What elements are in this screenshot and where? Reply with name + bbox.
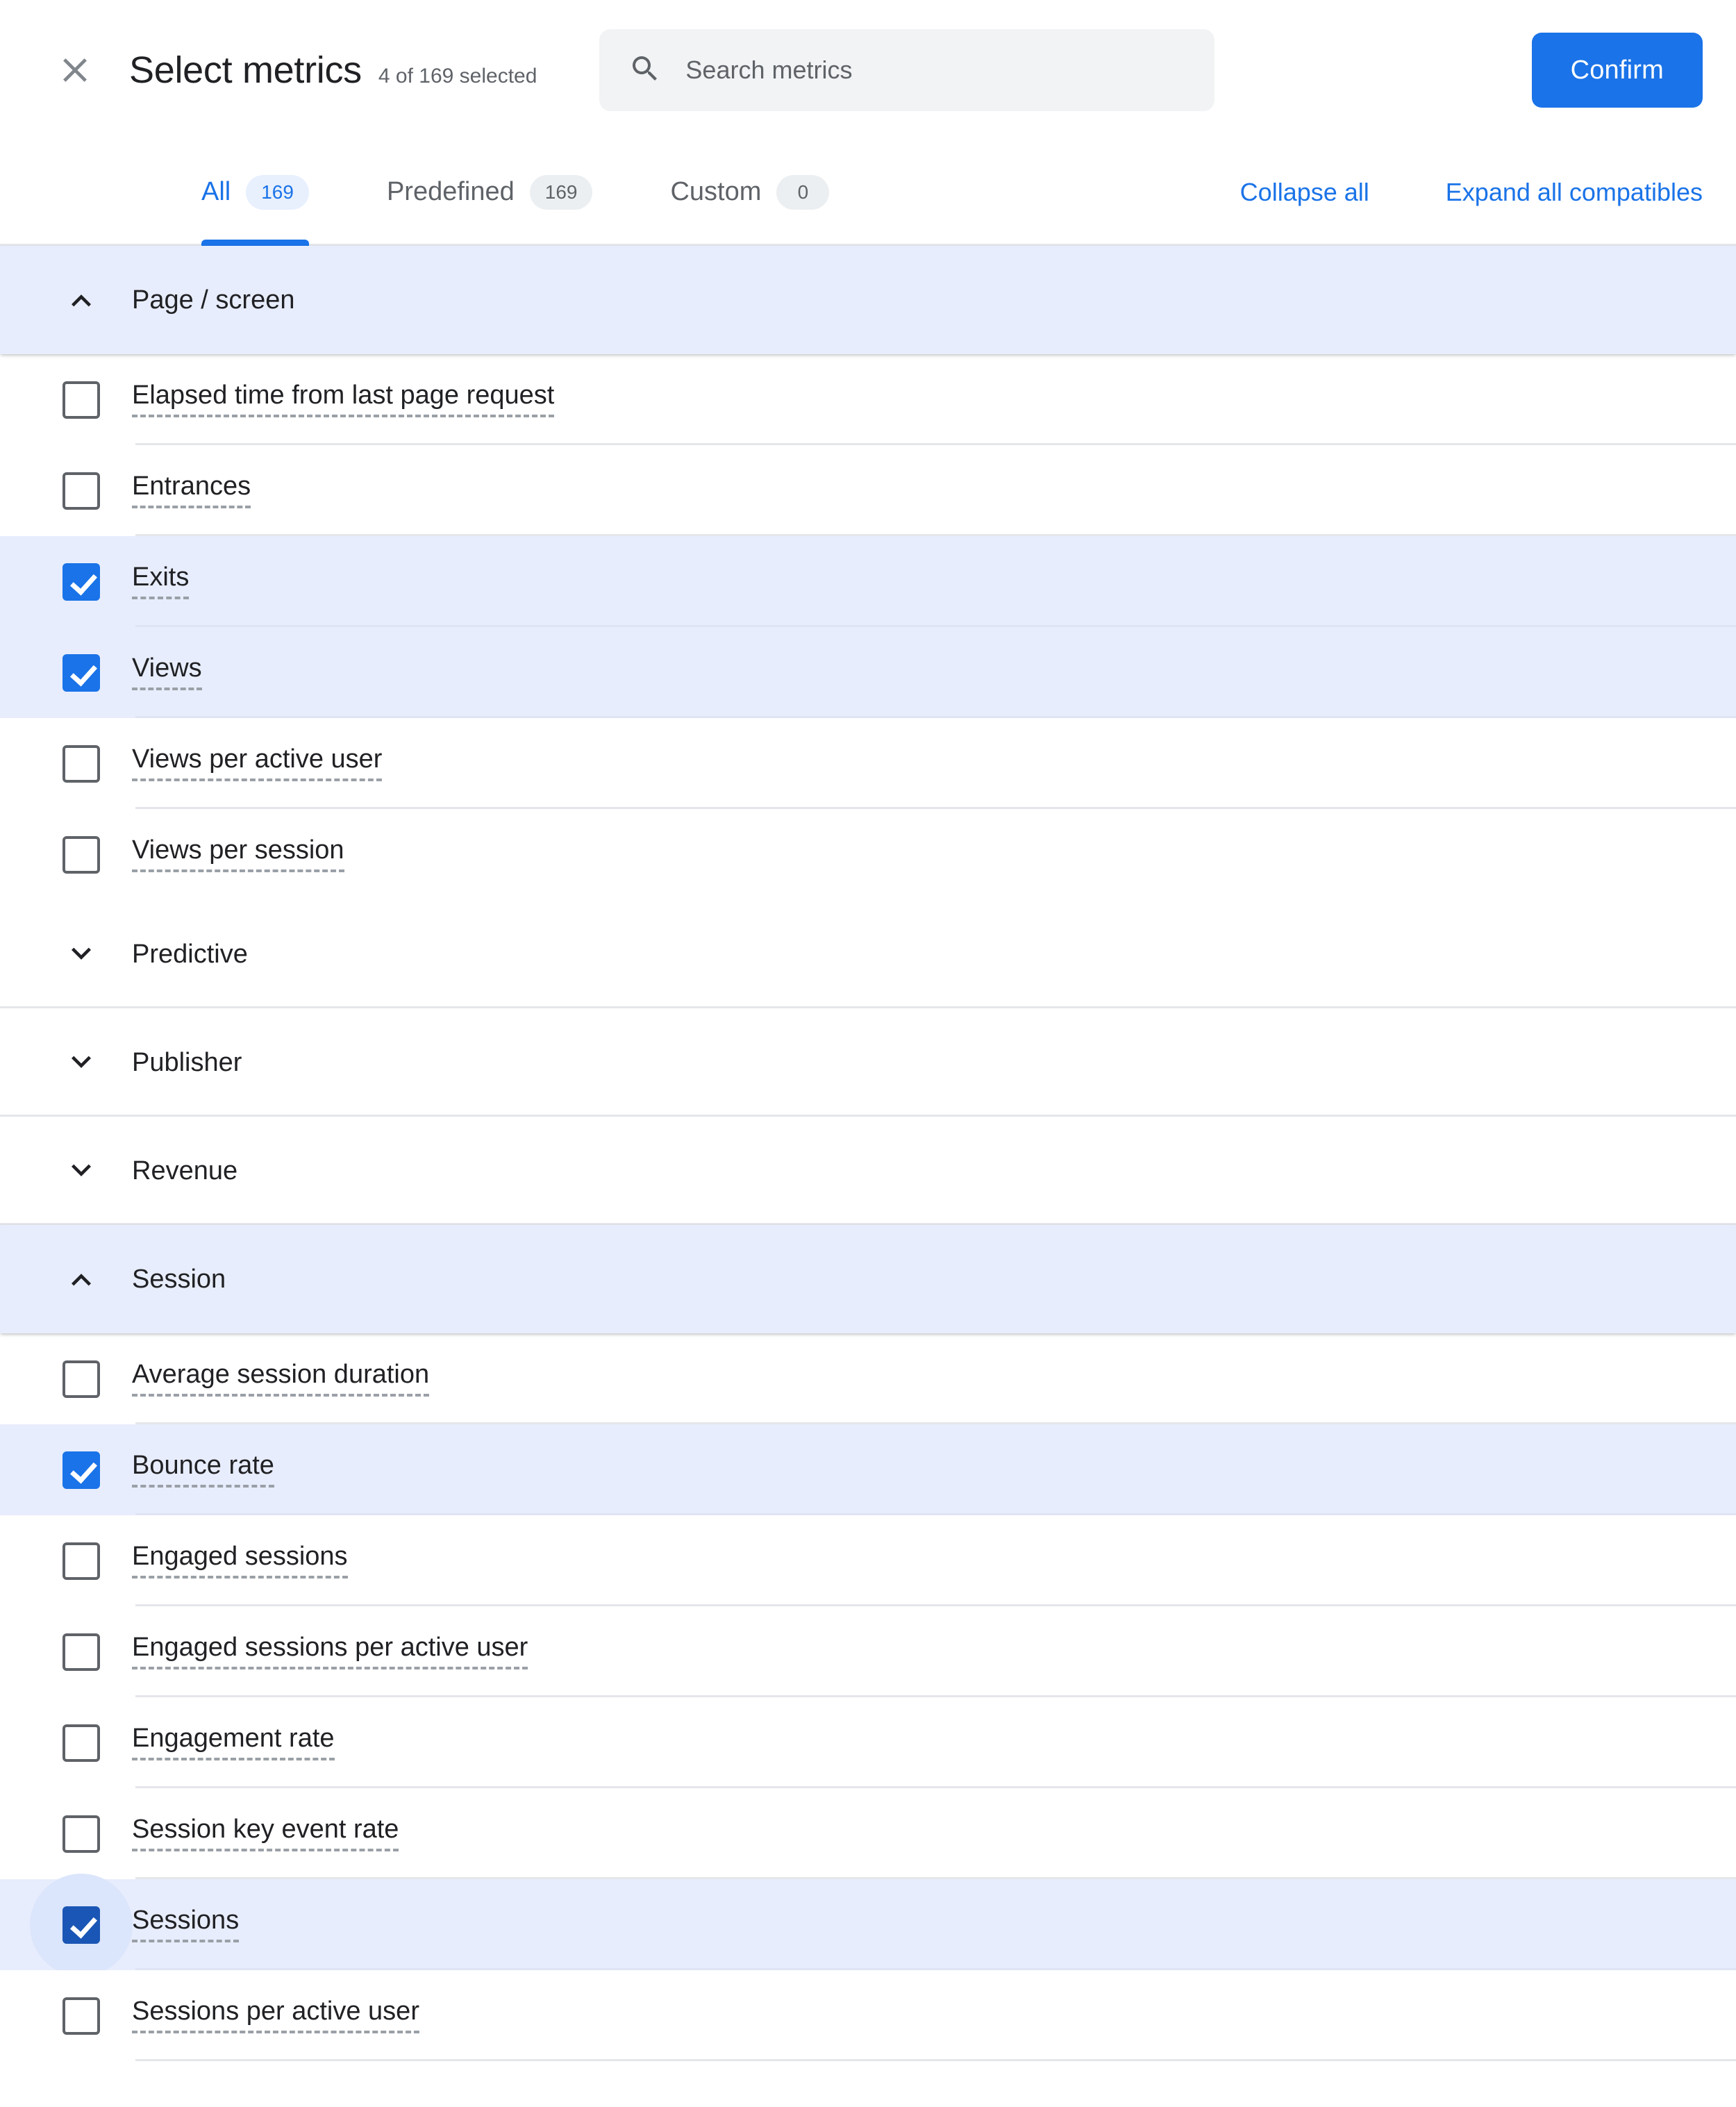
search-input[interactable] (685, 56, 1186, 85)
metric-checkbox[interactable] (62, 744, 100, 783)
group-title: Page / screen (132, 285, 295, 315)
tab-actions: Collapse all Expand all compatibles (1164, 178, 1703, 207)
search-icon (628, 52, 662, 89)
select-metrics-dialog: Select metrics 4 of 169 selected Confirm… (0, 0, 1736, 2107)
group-title: Publisher (132, 1047, 242, 1077)
group-header-publisher[interactable]: Publisher (0, 1008, 1736, 1117)
group-header-predictive[interactable]: Predictive (0, 900, 1736, 1008)
chevron-up-icon[interactable] (60, 278, 103, 322)
metric-row-entrances[interactable]: Entrances (0, 445, 1736, 536)
metric-row-elapsed-time-from-last-page-request[interactable]: Elapsed time from last page request (0, 354, 1736, 445)
metric-list: Page / screen Elapsed time from last page… (0, 246, 1736, 2061)
metric-label: Exits (132, 564, 190, 599)
metric-label: Engaged sessions per active user (132, 1634, 528, 1669)
checkbox-wrapper[interactable] (60, 833, 103, 876)
chevron-down-icon[interactable] (60, 1149, 103, 1192)
tab-predefined[interactable]: Predefined 169 (387, 140, 593, 244)
metric-row-engaged-sessions[interactable]: Engaged sessions (0, 1515, 1736, 1606)
metric-row-session-key-event-rate[interactable]: Session key event rate (0, 1788, 1736, 1879)
checkbox-wrapper[interactable] (60, 469, 103, 513)
tab-all[interactable]: All 169 (201, 140, 309, 246)
metric-label: Views (132, 655, 202, 690)
metric-label: Elapsed time from last page request (132, 382, 555, 417)
group-title: Session (132, 1264, 226, 1294)
metric-label: Sessions per active user (132, 1998, 419, 2033)
tab-all-count: 169 (246, 174, 309, 210)
metric-row-views-per-active-user[interactable]: Views per active user (0, 718, 1736, 809)
tab-all-label: All (201, 177, 231, 206)
metric-checkbox[interactable] (62, 653, 100, 692)
checkbox-wrapper[interactable] (60, 378, 103, 422)
metric-row-engaged-sessions-per-active-user[interactable]: Engaged sessions per active user (0, 1606, 1736, 1697)
metric-label: Average session duration (132, 1361, 430, 1397)
metric-row-engagement-rate[interactable]: Engagement rate (0, 1697, 1736, 1788)
group-header-page-screen[interactable]: Page / screen (0, 246, 1736, 354)
chevron-down-icon[interactable] (60, 933, 103, 976)
metric-checkbox[interactable] (62, 1360, 100, 1398)
page-title: Select metrics (129, 49, 362, 91)
tab-custom-count: 0 (776, 174, 830, 210)
metric-checkbox[interactable] (62, 1451, 100, 1489)
checkbox-wrapper[interactable] (30, 1873, 133, 1976)
metric-checkbox[interactable] (62, 563, 100, 601)
confirm-button[interactable]: Confirm (1531, 33, 1703, 108)
metric-row-sessions-per-active-user[interactable]: Sessions per active user (0, 1970, 1736, 2061)
metric-row-average-session-duration[interactable]: Average session duration (0, 1333, 1736, 1424)
tab-predefined-count: 169 (529, 174, 593, 210)
metric-checkbox[interactable] (62, 472, 100, 510)
group-title: Revenue (132, 1156, 238, 1185)
metric-checkbox[interactable] (62, 1815, 100, 1853)
metric-label: Views per session (132, 837, 344, 872)
tab-predefined-label: Predefined (386, 177, 515, 206)
metric-label: Session key event rate (132, 1816, 399, 1851)
tab-custom-label: Custom (670, 177, 762, 206)
metric-label: Engagement rate (132, 1725, 335, 1760)
metric-checkbox[interactable] (62, 1633, 100, 1671)
title-block: Select metrics 4 of 169 selected (129, 49, 537, 92)
dialog-header: Select metrics 4 of 169 selected Confirm (0, 0, 1736, 140)
metric-checkbox[interactable] (62, 1724, 100, 1762)
checkbox-wrapper[interactable] (60, 1631, 103, 1674)
group-title: Predictive (132, 939, 248, 969)
checkbox-wrapper[interactable] (60, 1813, 103, 1856)
metric-row-views-per-session[interactable]: Views per session (0, 809, 1736, 900)
metric-checkbox[interactable] (62, 1997, 100, 2035)
close-icon (55, 50, 95, 90)
expand-all-compatibles-link[interactable]: Expand all compatibles (1446, 178, 1703, 207)
checkbox-wrapper[interactable] (60, 1449, 103, 1492)
metric-label: Sessions (132, 1907, 240, 1942)
metric-row-sessions[interactable]: Sessions (0, 1873, 1736, 1976)
tab-custom[interactable]: Custom 0 (670, 140, 830, 244)
checkbox-wrapper[interactable] (60, 1358, 103, 1401)
collapse-all-link[interactable]: Collapse all (1240, 178, 1369, 207)
checkbox-wrapper[interactable] (60, 1540, 103, 1583)
chevron-down-icon[interactable] (60, 1041, 103, 1084)
metric-checkbox[interactable] (62, 1542, 100, 1580)
metric-row-bounce-rate[interactable]: Bounce rate (0, 1424, 1736, 1515)
metric-label: Views per active user (132, 746, 383, 781)
group-header-revenue[interactable]: Revenue (0, 1117, 1736, 1225)
checkbox-wrapper[interactable] (60, 560, 103, 603)
checkbox-wrapper[interactable] (60, 742, 103, 785)
metric-checkbox[interactable] (62, 835, 100, 874)
chevron-up-icon[interactable] (60, 1258, 103, 1301)
metric-checkbox[interactable] (62, 1906, 100, 1944)
checkbox-wrapper[interactable] (60, 1722, 103, 1765)
checkbox-wrapper[interactable] (60, 1994, 103, 2038)
search-box[interactable] (599, 29, 1215, 111)
close-button[interactable] (43, 38, 107, 102)
selection-summary: 4 of 169 selected (378, 65, 537, 88)
group-header-session[interactable]: Session (0, 1225, 1736, 1333)
metric-label: Entrances (132, 473, 251, 508)
metric-label: Bounce rate (132, 1452, 274, 1488)
metric-row-exits[interactable]: Exits (0, 536, 1736, 627)
metric-row-views[interactable]: Views (0, 627, 1736, 718)
metric-checkbox[interactable] (62, 381, 100, 419)
checkbox-wrapper[interactable] (60, 651, 103, 694)
metric-label: Engaged sessions (132, 1543, 348, 1579)
filter-tabs: All 169 Predefined 169 Custom 0 Collapse… (0, 140, 1736, 246)
